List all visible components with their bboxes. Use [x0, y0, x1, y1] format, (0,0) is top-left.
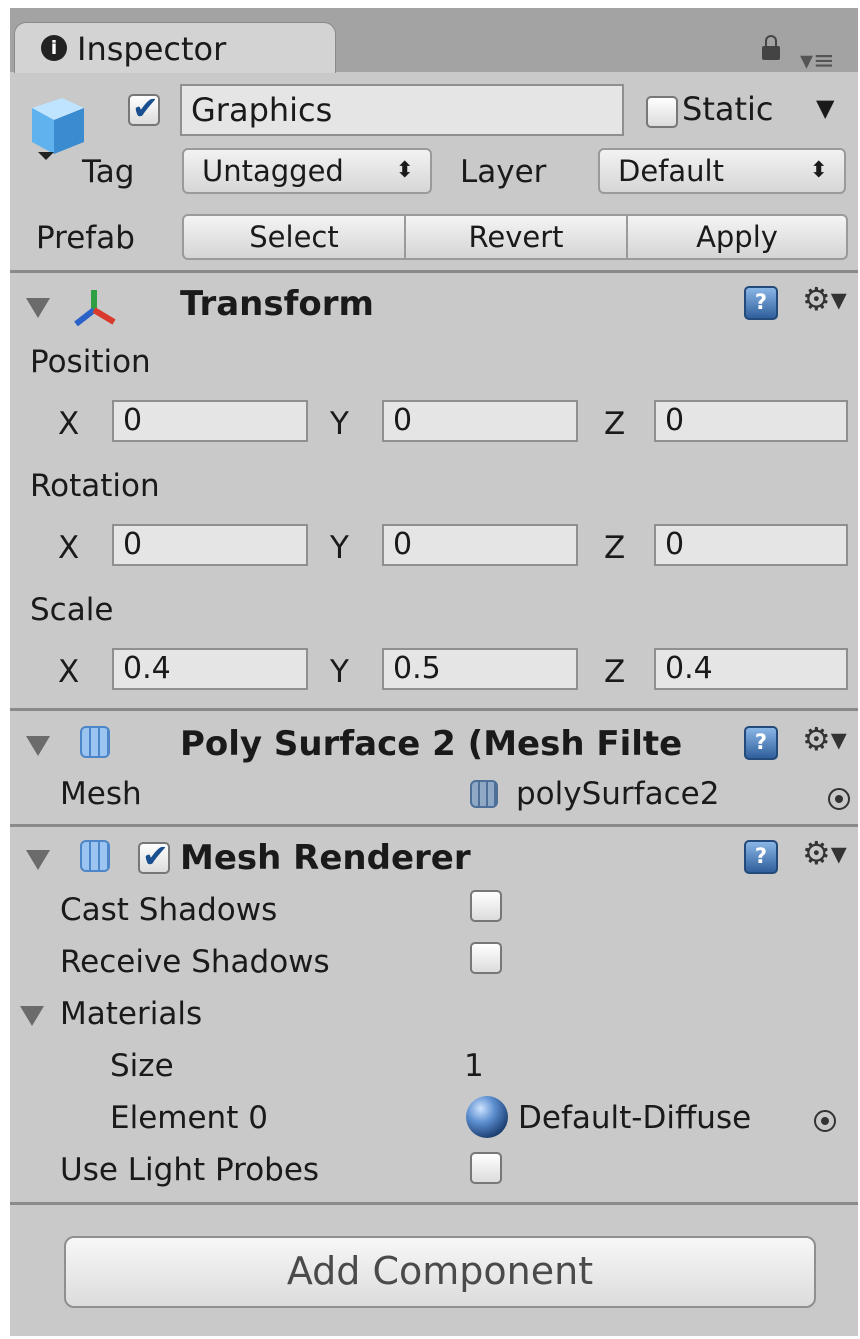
rotation-x-field[interactable]: 0 — [112, 524, 308, 566]
inspector-panel: i Inspector ▾≡ Graphics Static ▼ Tag Unt… — [10, 8, 858, 1336]
transform-title[interactable]: Transform — [180, 284, 374, 324]
size-label: Size — [110, 1048, 174, 1084]
scale-z-field[interactable]: 0.4 — [654, 648, 848, 690]
size-value[interactable]: 1 — [464, 1048, 484, 1084]
mesh-renderer-foldout-icon[interactable] — [26, 850, 50, 870]
object-picker-icon[interactable] — [828, 788, 850, 810]
object-name-field[interactable]: Graphics — [180, 84, 624, 136]
mesh-filter-icon — [80, 726, 110, 758]
layer-label: Layer — [460, 154, 547, 190]
help-icon[interactable]: ? — [744, 840, 778, 874]
rotation-y-field[interactable]: 0 — [382, 524, 578, 566]
receive-shadows-checkbox[interactable] — [470, 942, 502, 974]
dropdown-arrows-icon: ⬍ — [395, 158, 414, 183]
divider — [10, 708, 858, 711]
static-checkbox[interactable] — [646, 96, 678, 128]
axis-x-label[interactable]: X — [58, 654, 79, 690]
info-icon: i — [41, 35, 67, 61]
position-y-field[interactable]: 0 — [382, 400, 578, 442]
tag-dropdown[interactable]: Untagged ⬍ — [182, 148, 432, 194]
position-z-field[interactable]: 0 — [654, 400, 848, 442]
use-light-probes-checkbox[interactable] — [470, 1152, 502, 1184]
transform-foldout-icon[interactable] — [26, 298, 50, 318]
material-sphere-icon — [466, 1096, 508, 1138]
scale-y-field[interactable]: 0.5 — [382, 648, 578, 690]
add-component-button[interactable]: Add Component — [64, 1236, 816, 1308]
layer-dropdown[interactable]: Default ⬍ — [598, 148, 846, 194]
axis-z-label[interactable]: Z — [604, 654, 625, 690]
axis-z-label[interactable]: Z — [604, 530, 625, 566]
tab-inspector[interactable]: i Inspector — [14, 22, 336, 73]
dropdown-arrows-icon: ⬍ — [809, 158, 828, 183]
help-icon[interactable]: ? — [744, 286, 778, 320]
object-picker-icon[interactable] — [814, 1110, 836, 1132]
mesh-filter-foldout-icon[interactable] — [26, 736, 50, 756]
lock-icon[interactable] — [762, 35, 780, 60]
rotation-z-field[interactable]: 0 — [654, 524, 848, 566]
materials-foldout-icon[interactable] — [20, 1006, 44, 1026]
mesh-value[interactable]: polySurface2 — [516, 776, 719, 812]
position-label: Position — [30, 344, 151, 380]
transform-axes-icon — [74, 290, 116, 327]
scale-x-field[interactable]: 0.4 — [112, 648, 308, 690]
tag-value: Untagged — [202, 154, 344, 188]
element0-label: Element 0 — [110, 1100, 268, 1136]
cast-shadows-checkbox[interactable] — [470, 890, 502, 922]
axis-x-label[interactable]: X — [58, 406, 79, 442]
axis-y-label[interactable]: Y — [330, 654, 349, 690]
axis-x-label[interactable]: X — [58, 530, 79, 566]
element0-value[interactable]: Default-Diffuse — [518, 1100, 751, 1136]
gear-icon[interactable]: ⚙▾ — [802, 720, 847, 758]
active-checkbox[interactable] — [128, 89, 160, 127]
mesh-label: Mesh — [60, 776, 142, 812]
static-label: Static — [682, 90, 774, 128]
layer-value: Default — [618, 154, 724, 188]
mesh-renderer-enabled-checkbox[interactable] — [138, 837, 170, 875]
gear-icon[interactable]: ⚙▾ — [802, 280, 847, 318]
materials-label[interactable]: Materials — [60, 996, 202, 1032]
prefab-select-button[interactable]: Select — [182, 214, 406, 260]
axis-y-label[interactable]: Y — [330, 530, 349, 566]
mesh-renderer-title[interactable]: Mesh Renderer — [180, 838, 471, 878]
menu-icon[interactable]: ▾≡ — [800, 46, 835, 76]
mesh-filter-title[interactable]: Poly Surface 2 (Mesh Filte — [180, 724, 740, 764]
use-light-probes-label: Use Light Probes — [60, 1152, 320, 1188]
prefab-apply-button[interactable]: Apply — [626, 214, 848, 260]
tab-bar: i Inspector ▾≡ — [10, 8, 858, 76]
mesh-asset-icon — [470, 780, 498, 808]
static-dropdown-arrow-icon[interactable]: ▼ — [816, 94, 834, 122]
position-x-field[interactable]: 0 — [112, 400, 308, 442]
prefab-label: Prefab — [36, 220, 135, 256]
axis-y-label[interactable]: Y — [330, 406, 349, 442]
scale-label: Scale — [30, 592, 114, 628]
rotation-label: Rotation — [30, 468, 160, 504]
prefab-revert-button[interactable]: Revert — [404, 214, 628, 260]
divider — [10, 1202, 858, 1205]
divider — [10, 270, 858, 273]
axis-z-label[interactable]: Z — [604, 406, 625, 442]
help-icon[interactable]: ? — [744, 726, 778, 760]
gear-icon[interactable]: ⚙▾ — [802, 834, 847, 872]
mesh-renderer-icon — [80, 840, 110, 872]
receive-shadows-label: Receive Shadows — [60, 944, 330, 980]
divider — [10, 824, 858, 827]
cast-shadows-label: Cast Shadows — [60, 892, 278, 928]
tag-label: Tag — [82, 154, 135, 190]
gameobject-cube-icon — [32, 98, 84, 160]
tab-label: Inspector — [77, 30, 227, 68]
